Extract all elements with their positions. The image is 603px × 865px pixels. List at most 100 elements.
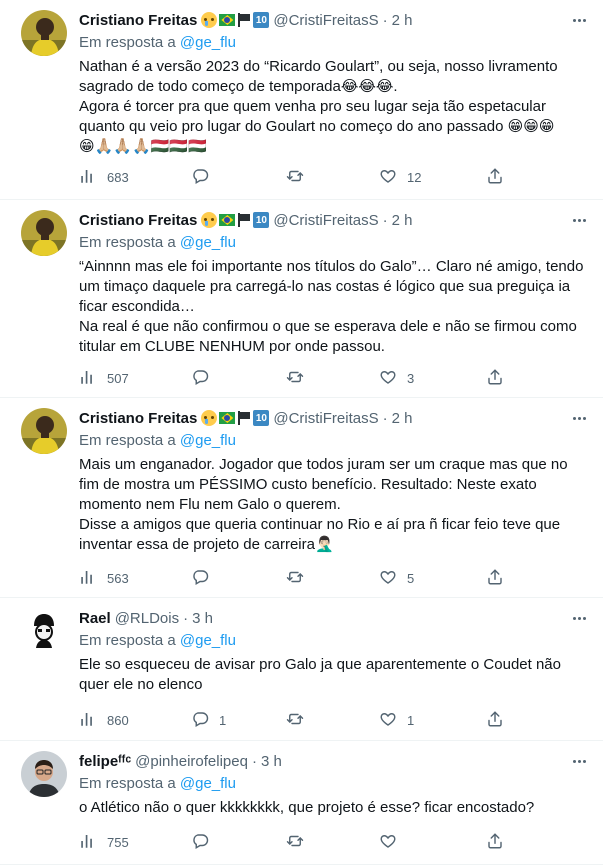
reply-button[interactable] bbox=[191, 568, 219, 589]
username[interactable]: @pinheirofelipeq bbox=[135, 753, 248, 770]
brazil-flag-icon bbox=[219, 14, 236, 26]
tweet-text: Nathan é a versão 2023 do “Ricardo Goula… bbox=[79, 58, 558, 155]
tweet[interactable]: Rael @RLDois · 3 h Em resposta a @ge_flu Ele … bbox=[0, 598, 603, 741]
tweet-header: Cristiano Freitas 10 @CristiFreitasS · 2 h bbox=[79, 407, 589, 429]
views-icon bbox=[79, 368, 97, 389]
reply-mention-link[interactable]: @ge_flu bbox=[180, 632, 236, 649]
retweet-button[interactable] bbox=[286, 832, 314, 853]
username[interactable]: @CristiFreitasS bbox=[273, 12, 378, 29]
share-button[interactable] bbox=[486, 568, 504, 589]
action-bar: 563 5 bbox=[79, 568, 589, 588]
share-icon bbox=[486, 368, 504, 389]
reply-prefix: Em resposta a bbox=[79, 775, 180, 792]
tweet-text: o Atlético não o quer kkkkkkkk, que proj… bbox=[79, 799, 535, 816]
views-icon bbox=[79, 568, 97, 589]
share-icon bbox=[486, 167, 504, 188]
separator-dot: · bbox=[382, 409, 388, 427]
tweet[interactable]: Cristiano Freitas 10 @CristiFreitasS · 2 h Em… bbox=[0, 398, 603, 598]
username[interactable]: @CristiFreitasS bbox=[273, 212, 378, 229]
like-icon bbox=[379, 710, 397, 731]
black-flag-icon bbox=[237, 213, 251, 227]
views-button[interactable]: 507 bbox=[79, 368, 129, 389]
views-count: 755 bbox=[107, 834, 129, 850]
retweet-button[interactable] bbox=[286, 167, 314, 188]
like-count: 12 bbox=[407, 169, 422, 185]
views-button[interactable]: 683 bbox=[79, 167, 129, 188]
separator-dot: · bbox=[251, 752, 257, 770]
reply-mention-link[interactable]: @ge_flu bbox=[180, 432, 236, 449]
more-icon[interactable] bbox=[569, 213, 589, 227]
like-count: 3 bbox=[407, 370, 415, 386]
reply-button[interactable] bbox=[191, 832, 219, 853]
username[interactable]: @CristiFreitasS bbox=[273, 410, 378, 427]
avatar[interactable] bbox=[21, 10, 67, 56]
share-button[interactable] bbox=[486, 368, 504, 389]
retweet-button[interactable] bbox=[286, 568, 314, 589]
reply-context: Em resposta a @ge_flu bbox=[79, 631, 589, 651]
like-button[interactable]: 5 bbox=[379, 568, 414, 589]
timestamp[interactable]: 2 h bbox=[392, 212, 413, 229]
retweet-icon bbox=[286, 710, 304, 731]
tweet-header: Cristiano Freitas 10 @CristiFreitasS · 2 h bbox=[79, 209, 589, 231]
retweet-icon bbox=[286, 368, 304, 389]
timestamp[interactable]: 3 h bbox=[192, 610, 213, 627]
retweet-icon bbox=[286, 167, 304, 188]
black-flag-icon bbox=[237, 411, 251, 425]
display-name[interactable]: felipeᶠᶠᶜ bbox=[79, 753, 131, 770]
tweet[interactable]: Cristiano Freitas 10 @CristiFreitasS · 2 h Em… bbox=[0, 200, 603, 398]
views-icon bbox=[79, 710, 97, 731]
more-icon[interactable] bbox=[569, 411, 589, 425]
tweet-header: Rael @RLDois · 3 h bbox=[79, 607, 589, 629]
timestamp[interactable]: 2 h bbox=[392, 410, 413, 427]
like-button[interactable]: 12 bbox=[379, 167, 421, 188]
timestamp[interactable]: 2 h bbox=[392, 12, 413, 29]
reply-mention-link[interactable]: @ge_flu bbox=[180, 775, 236, 792]
reply-prefix: Em resposta a bbox=[79, 632, 180, 649]
views-button[interactable]: 755 bbox=[79, 832, 129, 853]
reply-prefix: Em resposta a bbox=[79, 432, 180, 449]
share-icon bbox=[486, 568, 504, 589]
views-button[interactable]: 860 bbox=[79, 710, 129, 731]
more-icon[interactable] bbox=[569, 754, 589, 768]
like-button[interactable] bbox=[379, 832, 407, 853]
reply-prefix: Em resposta a bbox=[79, 34, 180, 51]
reply-mention-link[interactable]: @ge_flu bbox=[180, 234, 236, 251]
avatar[interactable] bbox=[21, 210, 67, 256]
action-bar: 755 bbox=[79, 832, 589, 852]
reply-mention-link[interactable]: @ge_flu bbox=[180, 34, 236, 51]
more-icon[interactable] bbox=[569, 13, 589, 27]
tweet-header: felipeᶠᶠᶜ @pinheirofelipeq · 3 h bbox=[79, 750, 589, 772]
like-button[interactable]: 1 bbox=[379, 710, 414, 731]
share-button[interactable] bbox=[486, 167, 504, 188]
more-icon[interactable] bbox=[569, 611, 589, 625]
views-button[interactable]: 563 bbox=[79, 568, 129, 589]
reply-icon bbox=[191, 568, 209, 589]
retweet-button[interactable] bbox=[286, 368, 314, 389]
reply-context: Em resposta a @ge_flu bbox=[79, 33, 589, 53]
username[interactable]: @RLDois bbox=[115, 610, 179, 627]
separator-dot: · bbox=[382, 11, 388, 29]
avatar[interactable] bbox=[21, 408, 67, 454]
reply-button[interactable] bbox=[191, 167, 219, 188]
display-name[interactable]: Cristiano Freitas bbox=[79, 212, 197, 229]
timestamp[interactable]: 3 h bbox=[261, 753, 282, 770]
avatar[interactable] bbox=[21, 608, 67, 654]
retweet-button[interactable] bbox=[286, 710, 314, 731]
display-name[interactable]: Cristiano Freitas bbox=[79, 12, 197, 29]
views-count: 860 bbox=[107, 712, 129, 728]
tweet[interactable]: felipeᶠᶠᶜ @pinheirofelipeq · 3 h Em resposta… bbox=[0, 741, 603, 865]
tweet-text: “Ainnnn mas ele foi importante nos títul… bbox=[79, 258, 584, 355]
reply-count: 1 bbox=[219, 712, 227, 728]
share-button[interactable] bbox=[486, 710, 504, 731]
like-button[interactable]: 3 bbox=[379, 368, 414, 389]
tweet[interactable]: Cristiano Freitas 10 @CristiFreitasS · 2 h Em… bbox=[0, 0, 603, 200]
share-button[interactable] bbox=[486, 832, 504, 853]
black-flag-icon bbox=[237, 13, 251, 27]
views-count: 683 bbox=[107, 169, 129, 185]
display-name[interactable]: Cristiano Freitas bbox=[79, 410, 197, 427]
reply-button[interactable] bbox=[191, 368, 219, 389]
reply-context: Em resposta a @ge_flu bbox=[79, 233, 589, 253]
reply-button[interactable]: 1 bbox=[191, 710, 226, 731]
display-name[interactable]: Rael bbox=[79, 610, 111, 627]
avatar[interactable] bbox=[21, 751, 67, 797]
